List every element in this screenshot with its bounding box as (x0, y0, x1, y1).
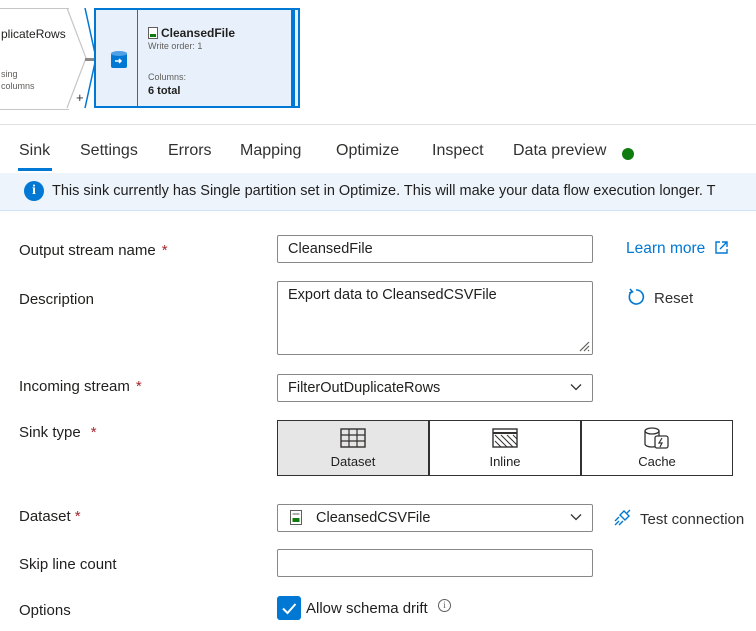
resize-handle-icon[interactable] (578, 340, 590, 352)
plug-connection-icon (614, 509, 631, 526)
filter-duplicate-rows-node[interactable]: plicateRows sing columns (0, 8, 69, 110)
sink-node-divider (137, 10, 138, 106)
description-value: Export data to CleansedCSVFile (288, 287, 497, 303)
required-marker: * (90, 424, 97, 441)
cache-icon (644, 427, 669, 449)
prev-node-line2: columns (1, 81, 35, 91)
sink-node-selection-bar (291, 10, 295, 106)
sink-type-label: Sink type * (19, 424, 97, 441)
active-tab-indicator (18, 168, 52, 171)
chevron-down-icon (570, 384, 582, 391)
sink-database-icon (111, 51, 127, 68)
required-marker: * (135, 378, 142, 395)
skip-line-count-label: Skip line count (19, 556, 117, 573)
external-link-icon (714, 241, 728, 254)
required-marker: * (74, 508, 81, 525)
sink-type-cache-option[interactable]: Cache (581, 420, 733, 476)
table-icon (340, 428, 366, 448)
sink-type-dataset-option[interactable]: Dataset (277, 420, 429, 476)
tab-sink[interactable]: Sink (19, 142, 50, 160)
csv-file-icon (148, 27, 158, 39)
allow-schema-drift-label[interactable]: Allow schema drift (306, 600, 428, 617)
dataset-value: CleansedCSVFile (316, 510, 431, 526)
tab-data-preview[interactable]: Data preview (513, 142, 606, 160)
reset-icon (628, 288, 645, 305)
incoming-stream-select[interactable]: FilterOutDuplicateRows (277, 374, 593, 402)
tab-settings[interactable]: Settings (80, 142, 138, 160)
tab-inspect[interactable]: Inspect (432, 142, 484, 160)
incoming-stream-label: Incoming stream * (19, 378, 142, 395)
inline-dataset-icon (492, 428, 518, 448)
prev-node-line1: sing (1, 69, 18, 79)
description-label: Description (19, 291, 95, 308)
skip-line-count-input[interactable] (277, 549, 593, 577)
sink-node-columns-value: 6 total (148, 85, 181, 97)
info-icon: i (24, 181, 44, 201)
dataset-label: Dataset * (19, 508, 81, 525)
banner-message: This sink currently has Single partition… (52, 183, 716, 199)
settings-tabs: Sink Settings Errors Mapping Optimize In… (0, 136, 756, 172)
tab-errors[interactable]: Errors (168, 142, 212, 160)
checkmark-icon (282, 603, 297, 615)
sink-node-cleansedfile[interactable]: CleansedFile Write order: 1 Columns: 6 t… (94, 8, 300, 108)
info-banner: i This sink currently has Single partiti… (0, 173, 756, 211)
sink-type-inline-option[interactable]: Inline (429, 420, 581, 476)
sink-node-title: CleansedFile (161, 26, 236, 40)
incoming-stream-value: FilterOutDuplicateRows (288, 380, 441, 396)
chevron-down-icon (570, 514, 582, 521)
sink-node-write-order: Write order: 1 (148, 41, 203, 51)
required-marker: * (161, 242, 168, 259)
sink-node-columns-label: Columns: (148, 72, 187, 82)
learn-more-link[interactable]: Learn more (626, 240, 729, 258)
allow-schema-drift-checkbox[interactable] (277, 596, 301, 620)
status-dot-icon (622, 148, 634, 160)
info-tooltip-icon[interactable]: i (438, 599, 451, 612)
data-flow-canvas: plicateRows sing columns + CleansedFile … (0, 0, 756, 125)
prev-node-title: plicateRows (1, 27, 66, 41)
tab-mapping[interactable]: Mapping (240, 142, 301, 160)
reset-button[interactable]: Reset (626, 287, 693, 307)
test-connection-button[interactable]: Test connection (612, 508, 744, 528)
csv-file-icon (290, 510, 302, 525)
description-textarea[interactable]: Export data to CleansedCSVFile (277, 281, 593, 355)
options-label: Options (19, 602, 71, 619)
add-transformation-button[interactable]: + (76, 90, 84, 105)
dataset-select[interactable]: CleansedCSVFile (277, 504, 593, 532)
output-stream-label: Output stream name * (19, 242, 168, 259)
tab-optimize[interactable]: Optimize (336, 142, 399, 160)
output-stream-input[interactable]: CleansedFile (277, 235, 593, 263)
